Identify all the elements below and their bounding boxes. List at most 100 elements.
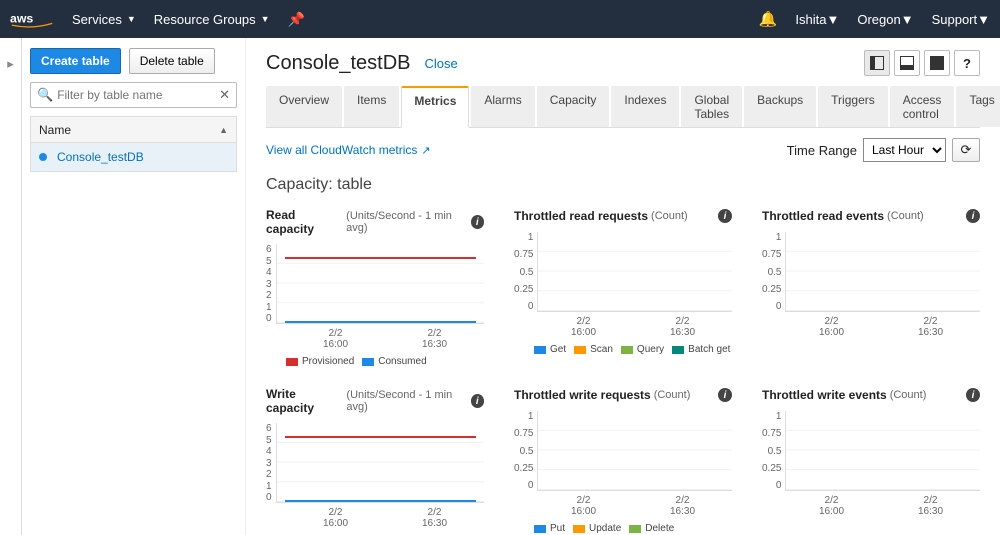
delete-table-button[interactable]: Delete table xyxy=(129,48,215,74)
aws-logo[interactable]: aws xyxy=(10,10,54,28)
sort-icon[interactable]: ▲ xyxy=(219,125,228,135)
chart-subtitle: (Count) xyxy=(890,389,927,401)
chart-subtitle: (Units/Second - 1 min avg) xyxy=(346,210,470,234)
clear-filter-icon[interactable]: ✕ xyxy=(219,87,230,103)
y-axis: 10.750.50.250 xyxy=(514,411,537,491)
info-icon[interactable]: i xyxy=(718,388,732,402)
x-axis: 2/216:002/216:30 xyxy=(514,316,732,338)
pin-icon[interactable]: 📌 xyxy=(288,11,305,28)
plot-area xyxy=(276,423,484,503)
time-range-select[interactable]: Last Hour xyxy=(863,138,946,162)
caret-down-icon: ▼ xyxy=(977,12,990,27)
time-range-label: Time Range xyxy=(787,143,857,158)
y-axis: 6543210 xyxy=(266,244,276,324)
y-axis: 10.750.50.250 xyxy=(762,411,785,491)
page-title: Console_testDB xyxy=(266,52,411,75)
status-dot-icon xyxy=(39,153,47,161)
chart-subtitle: (Count) xyxy=(651,210,688,222)
plot-area xyxy=(785,411,980,491)
info-icon[interactable]: i xyxy=(718,209,732,223)
sidebar-collapse[interactable]: ▸ xyxy=(0,38,22,535)
y-axis: 6543210 xyxy=(266,423,276,503)
plot-area xyxy=(537,232,732,312)
table-filter[interactable]: 🔍 ✕ xyxy=(30,82,237,108)
tab-backups[interactable]: Backups xyxy=(744,86,816,127)
chart-title: Throttled write requests xyxy=(514,388,651,402)
name-column-header: Name xyxy=(39,123,71,137)
tab-indexes[interactable]: Indexes xyxy=(611,86,679,127)
info-icon[interactable]: i xyxy=(966,209,980,223)
tabs: OverviewItemsMetricsAlarmsCapacityIndexe… xyxy=(266,86,980,128)
view-split-bottom[interactable] xyxy=(894,50,920,76)
tab-alarms[interactable]: Alarms xyxy=(471,86,534,127)
info-icon[interactable]: i xyxy=(966,388,980,402)
chart-2: Throttled read events (Count)i10.750.50.… xyxy=(762,208,980,367)
caret-down-icon: ▼ xyxy=(901,12,914,27)
create-table-button[interactable]: Create table xyxy=(30,48,121,74)
tables-list: Name ▲ Console_testDB xyxy=(30,116,237,172)
chart-4: Throttled write requests (Count) i 10.750.… xyxy=(514,387,732,535)
top-nav: aws Services▼ Resource Groups▼ 📌 🔔 Ishit… xyxy=(0,0,1000,38)
legend: Provisioned Consumed xyxy=(266,356,484,367)
chart-title: Throttled read events xyxy=(762,209,884,223)
y-axis: 10.750.50.250 xyxy=(514,232,537,312)
sidebar: Create table Delete table 🔍 ✕ Name ▲ Con… xyxy=(22,38,246,535)
notifications-icon[interactable]: 🔔 xyxy=(759,10,778,28)
table-name: Console_testDB xyxy=(57,150,144,164)
close-link[interactable]: Close xyxy=(425,56,458,71)
table-filter-input[interactable] xyxy=(57,88,219,102)
chart-title: Write capacity xyxy=(266,387,343,415)
help-icon: ? xyxy=(963,56,971,71)
nav-user[interactable]: Ishita▼ xyxy=(795,12,839,27)
tables-header[interactable]: Name ▲ xyxy=(31,117,236,143)
legend: PutUpdateDeleteBatch write xyxy=(514,523,732,535)
tab-overview[interactable]: Overview xyxy=(266,86,342,127)
legend-item: Put xyxy=(534,523,565,534)
tab-tags[interactable]: Tags xyxy=(956,86,1000,127)
caret-down-icon: ▼ xyxy=(127,14,136,24)
view-full[interactable] xyxy=(924,50,950,76)
tab-capacity[interactable]: Capacity xyxy=(537,86,610,127)
nav-resource-groups[interactable]: Resource Groups▼ xyxy=(154,12,270,27)
view-split-left[interactable] xyxy=(864,50,890,76)
charts-grid: Read capacity (Units/Second - 1 min avg)… xyxy=(266,208,980,535)
legend-item: Update xyxy=(573,523,621,534)
chart-title: Throttled read requests xyxy=(514,209,648,223)
legend-item: Scan xyxy=(574,344,613,355)
legend: GetScanQueryBatch get xyxy=(514,344,732,355)
caret-down-icon: ▼ xyxy=(261,14,270,24)
legend-item: Consumed xyxy=(362,356,426,367)
refresh-icon: ⟳ xyxy=(961,142,972,158)
info-icon[interactable]: i xyxy=(471,215,484,229)
nav-support[interactable]: Support▼ xyxy=(932,12,990,27)
nav-services[interactable]: Services▼ xyxy=(72,12,136,27)
chart-3: Write capacity (Units/Second - 1 min avg… xyxy=(266,387,484,535)
plot-area xyxy=(276,244,484,324)
table-row[interactable]: Console_testDB xyxy=(31,143,236,171)
chart-subtitle: (Count) xyxy=(654,389,691,401)
nav-region[interactable]: Oregon▼ xyxy=(857,12,913,27)
refresh-button[interactable]: ⟳ xyxy=(952,138,980,162)
chart-1: Throttled read requests (Count) i 10.750.5… xyxy=(514,208,732,367)
chart-title: Read capacity xyxy=(266,208,343,236)
tab-access-control[interactable]: Access control xyxy=(890,86,955,127)
help-button[interactable]: ? xyxy=(954,50,980,76)
x-axis: 2/216:002/216:30 xyxy=(266,507,484,529)
x-axis: 2/216:002/216:30 xyxy=(762,316,980,338)
chart-0: Read capacity (Units/Second - 1 min avg)… xyxy=(266,208,484,367)
tab-items[interactable]: Items xyxy=(344,86,399,127)
y-axis: 10.750.50.250 xyxy=(762,232,785,312)
view-all-metrics-link[interactable]: View all CloudWatch metrics↗ xyxy=(266,143,431,157)
plot-area xyxy=(785,232,980,312)
x-axis: 2/216:002/216:30 xyxy=(266,328,484,350)
info-icon[interactable]: i xyxy=(471,394,484,408)
chart-title: Throttled write events xyxy=(762,388,887,402)
legend-item: Provisioned xyxy=(286,356,354,367)
legend-item: Batch get xyxy=(672,344,730,355)
chart-5: Throttled write events (Count) i 10.750.50… xyxy=(762,387,980,535)
tab-global-tables[interactable]: Global Tables xyxy=(681,86,742,127)
tab-metrics[interactable]: Metrics xyxy=(401,86,469,128)
legend-item: Delete xyxy=(629,523,674,534)
tab-triggers[interactable]: Triggers xyxy=(818,86,888,127)
caret-down-icon: ▼ xyxy=(826,12,839,27)
